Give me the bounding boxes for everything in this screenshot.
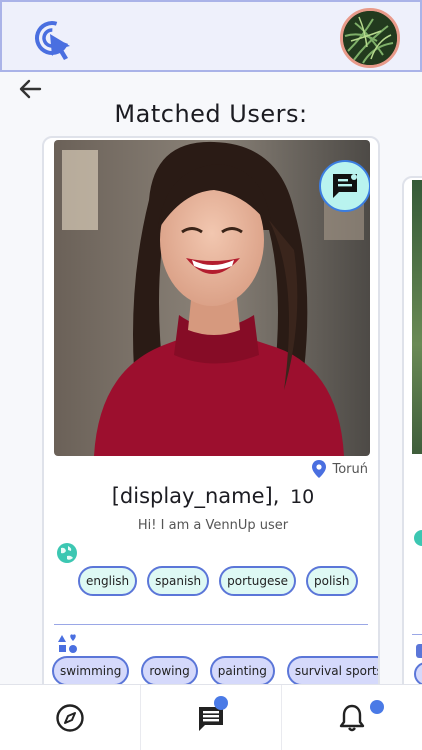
nav-notifications[interactable]	[281, 685, 422, 750]
language-chip[interactable]: polish	[306, 566, 358, 596]
nav-explore[interactable]	[0, 685, 140, 750]
page-title: Matched Users:	[114, 100, 308, 128]
shapes-icon	[416, 644, 422, 658]
cursor-target-icon[interactable]	[32, 18, 80, 62]
globe-icon	[56, 542, 78, 564]
user-name-line: [display_name], 10	[44, 484, 378, 508]
language-chip[interactable]: spanish	[147, 566, 210, 596]
profile-avatar[interactable]	[340, 8, 400, 68]
location-label: Toruń	[332, 461, 368, 477]
bell-icon	[339, 704, 365, 731]
message-button[interactable]	[319, 160, 370, 212]
hobby-chip[interactable]: swimming	[52, 656, 130, 686]
user-photo	[54, 140, 370, 456]
user-bio: Hi! I am a VennUp user	[137, 518, 289, 533]
compass-icon	[56, 703, 84, 732]
language-chip[interactable]: english	[78, 566, 138, 596]
match-card[interactable]: Toruń [display_name], 10 Hi! I am a Venn…	[42, 136, 380, 696]
map-pin-icon	[312, 460, 327, 478]
notification-badge	[214, 696, 228, 710]
section-divider	[54, 624, 368, 625]
shapes-icon	[58, 634, 78, 654]
display-name: [display_name],	[111, 484, 280, 508]
back-button[interactable]	[16, 76, 46, 102]
language-chips: english spanish portugese polish	[78, 566, 358, 596]
language-chip[interactable]: portugese	[219, 566, 297, 596]
next-user-photo	[412, 180, 422, 454]
nav-messages[interactable]	[140, 685, 281, 750]
arrow-left-icon	[19, 79, 42, 99]
user-location: Toruń	[312, 460, 368, 478]
hobby-chip[interactable]: rowing	[141, 656, 198, 686]
message-icon	[333, 174, 357, 198]
notification-badge	[370, 700, 384, 714]
app-root: Matched Users: Toruń [display_name], 10 …	[0, 0, 422, 750]
section-divider	[412, 634, 422, 635]
next-match-card[interactable]	[402, 176, 422, 696]
hobby-chip[interactable]: painting	[209, 656, 275, 686]
hobby-chip[interactable]	[414, 662, 422, 686]
top-bar	[0, 0, 422, 72]
user-age: 10	[290, 486, 315, 508]
bottom-nav	[0, 684, 422, 750]
globe-icon	[414, 530, 422, 546]
hobby-chip[interactable]: survival sports	[286, 656, 378, 686]
hobby-chips: swimming rowing painting survival sports	[52, 656, 378, 686]
